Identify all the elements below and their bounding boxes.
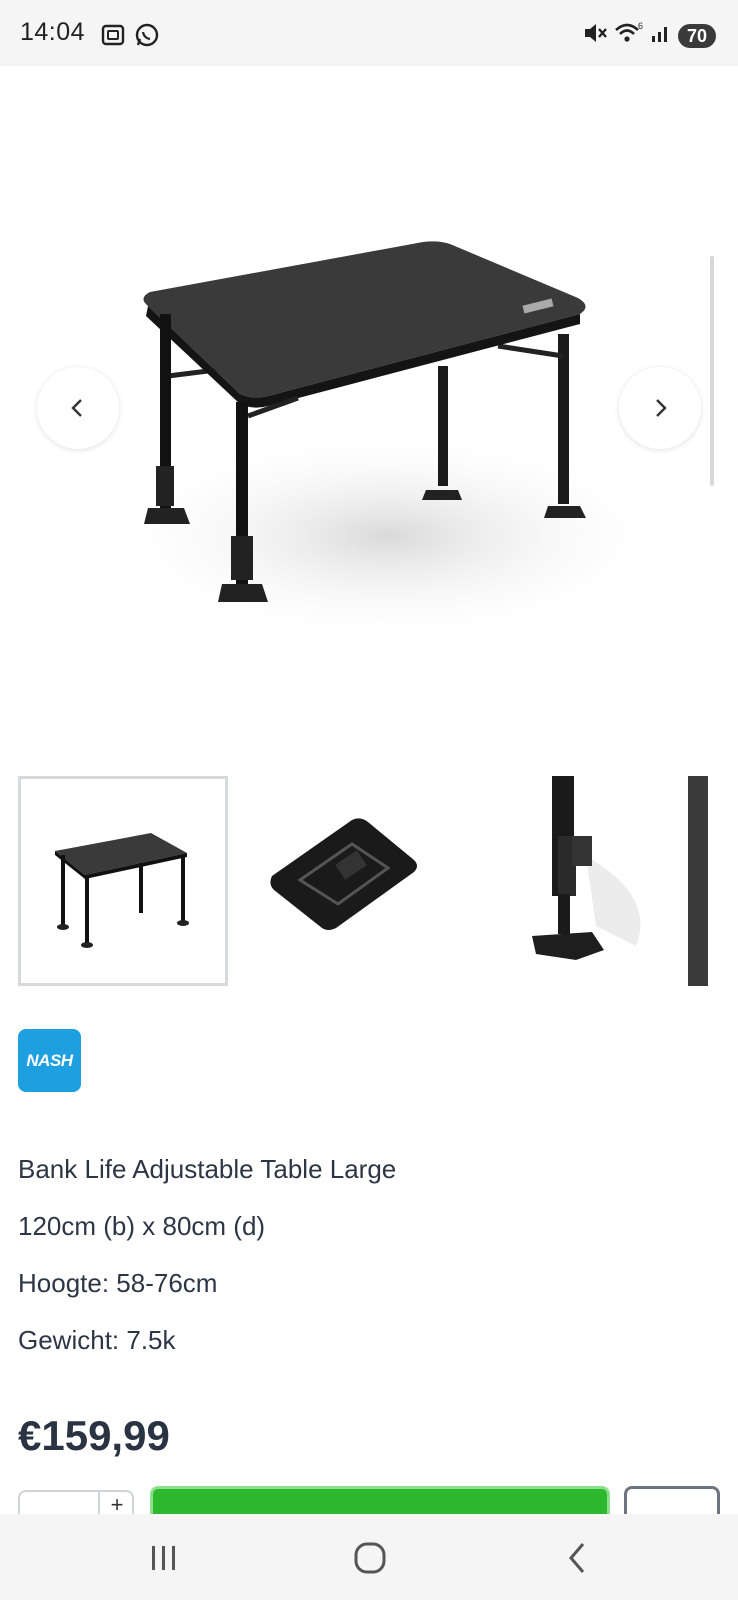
thumbnail-table-leg-foot xyxy=(532,776,641,960)
home-button[interactable] xyxy=(340,1536,400,1580)
thumbnail-table-folded xyxy=(270,818,417,930)
status-right-icons: 6 70 xyxy=(582,20,716,51)
signal-icon xyxy=(650,20,672,51)
carousel-prev-button[interactable] xyxy=(37,367,119,449)
product-price: €159,99 xyxy=(18,1412,170,1459)
carousel-next-button[interactable] xyxy=(619,367,701,449)
product-weight: Gewicht: 7.5k xyxy=(18,1325,176,1355)
svg-text:6: 6 xyxy=(638,21,643,31)
system-nav-bar xyxy=(0,1514,738,1600)
battery-icon: 70 xyxy=(677,23,716,48)
whatsapp-icon xyxy=(134,22,160,53)
thumbnail-table-front xyxy=(55,833,189,948)
brand-logo-text: NASH xyxy=(26,1050,73,1070)
wifi-icon: 6 xyxy=(614,20,644,51)
scroll-indicator[interactable] xyxy=(710,256,714,486)
thumbnail-row xyxy=(18,776,720,988)
home-icon xyxy=(354,1542,386,1574)
recent-apps-button[interactable] xyxy=(134,1536,194,1580)
status-bar: 14:04 6 70 xyxy=(0,0,738,66)
table-illustration xyxy=(98,241,678,646)
chevron-left-icon xyxy=(71,399,82,417)
brand-logo[interactable]: NASH xyxy=(18,1029,81,1092)
status-left-icons xyxy=(100,22,160,53)
back-button[interactable] xyxy=(548,1536,608,1580)
product-dimensions: 120cm (b) x 80cm (d) xyxy=(18,1211,266,1241)
thumbnail-1[interactable] xyxy=(18,776,228,986)
screenshot-icon xyxy=(100,22,126,53)
thumbnail-3[interactable] xyxy=(466,776,676,986)
thumbnail-4[interactable] xyxy=(688,776,720,986)
mute-icon xyxy=(582,20,608,51)
product-title: Bank Life Adjustable Table Large xyxy=(18,1154,397,1184)
thumbnail-table-partial xyxy=(688,776,708,986)
product-height: Hoogte: 58-76cm xyxy=(18,1268,218,1298)
status-time: 14:04 xyxy=(20,18,86,46)
recent-apps-icon xyxy=(152,1546,175,1570)
thumbnail-2[interactable] xyxy=(242,776,452,986)
back-icon xyxy=(569,1543,585,1573)
product-main-image[interactable] xyxy=(18,66,720,756)
chevron-right-icon xyxy=(656,399,667,417)
